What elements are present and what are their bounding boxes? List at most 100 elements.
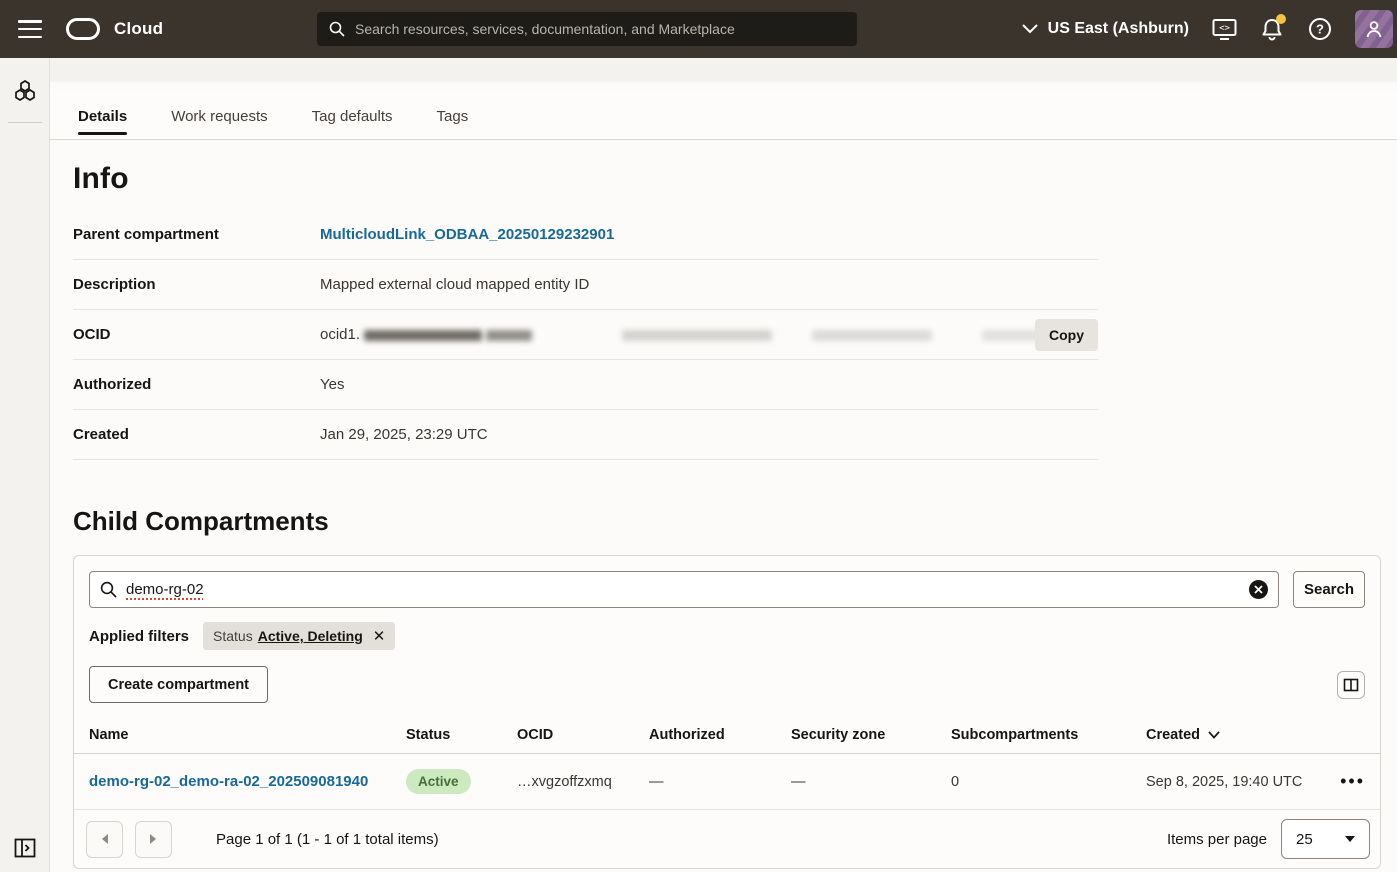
- column-status: Status: [406, 727, 517, 743]
- chip-prefix: Status: [213, 628, 253, 644]
- cell-subcompartments: 0: [951, 774, 1146, 790]
- select-caret-icon: [1345, 836, 1355, 842]
- top-navigation-bar: Cloud Search resources, services, docume…: [0, 0, 1397, 58]
- info-row-description: Description Mapped external cloud mapped…: [73, 260, 1098, 310]
- cloud-shell-button[interactable]: <>: [1211, 16, 1237, 42]
- tab-work-requests[interactable]: Work requests: [171, 94, 267, 139]
- info-label: Parent compartment: [73, 226, 320, 243]
- cell-security-zone: —: [791, 774, 951, 790]
- tab-details[interactable]: Details: [78, 94, 127, 139]
- brand-label: Cloud: [114, 19, 163, 39]
- info-row-authorized: Authorized Yes: [73, 360, 1098, 410]
- status-badge: Active: [406, 769, 471, 794]
- compartment-search-input[interactable]: demo-rg-02: [89, 571, 1279, 608]
- sort-chevron-icon: [1208, 731, 1220, 739]
- parent-compartment-link[interactable]: MulticloudLink_ODBAA_20250129232901: [320, 226, 614, 243]
- redacted-ocid-segment: [486, 330, 532, 341]
- items-per-page-value: 25: [1296, 831, 1313, 848]
- columns-icon: [1343, 677, 1359, 693]
- oracle-o-icon: [66, 18, 100, 40]
- ocid-value: ocid1.: [320, 326, 1042, 343]
- main-content: Details Work requests Tag defaults Tags …: [50, 58, 1397, 872]
- search-button[interactable]: Search: [1293, 571, 1365, 608]
- column-created-sort[interactable]: Created: [1146, 727, 1315, 743]
- applied-filters-label: Applied filters: [89, 628, 189, 645]
- help-icon: ?: [1308, 17, 1332, 41]
- oracle-cloud-logo[interactable]: Cloud: [66, 18, 163, 40]
- cell-created: Sep 8, 2025, 19:40 UTC: [1146, 774, 1315, 790]
- chevron-down-icon: [1022, 24, 1038, 34]
- applied-filters-row: Applied filters Status Active, Deleting …: [74, 608, 1380, 650]
- info-value: Jan 29, 2025, 23:29 UTC: [320, 426, 488, 443]
- chevron-right-icon: [149, 833, 158, 845]
- notifications-button[interactable]: [1259, 16, 1285, 42]
- clear-search-icon[interactable]: [1249, 580, 1268, 599]
- tab-tag-defaults[interactable]: Tag defaults: [312, 94, 393, 139]
- left-rail: [0, 58, 50, 872]
- child-compartments-card: demo-rg-02 Search Applied filters Status…: [73, 555, 1381, 869]
- region-selector[interactable]: US East (Ashburn): [1022, 20, 1189, 38]
- cloud-shell-icon: <>: [1212, 18, 1237, 41]
- tab-tags[interactable]: Tags: [437, 94, 469, 139]
- svg-text:<>: <>: [1219, 23, 1230, 33]
- previous-page-button[interactable]: [86, 821, 123, 858]
- status-filter-chip[interactable]: Status Active, Deleting ✕: [203, 622, 395, 650]
- column-authorized: Authorized: [649, 727, 791, 743]
- help-button[interactable]: ?: [1307, 16, 1333, 42]
- collapse-panel-toggle[interactable]: [0, 830, 50, 866]
- info-row-ocid: OCID ocid1. Copy: [73, 310, 1098, 360]
- column-name: Name: [89, 727, 406, 743]
- compartment-name-link[interactable]: demo-rg-02_demo-ra-02_202509081940: [89, 773, 368, 790]
- pagination-summary: Page 1 of 1 (1 - 1 of 1 total items): [216, 831, 439, 848]
- detail-tabs: Details Work requests Tag defaults Tags: [50, 94, 1397, 140]
- global-search-input[interactable]: Search resources, services, documentatio…: [317, 12, 857, 46]
- next-page-button[interactable]: [135, 821, 172, 858]
- info-row-created: Created Jan 29, 2025, 23:29 UTC: [73, 410, 1098, 460]
- search-query-text: demo-rg-02: [126, 581, 1249, 598]
- info-label: Authorized: [73, 376, 320, 393]
- scrolled-content-strip: [50, 58, 1397, 82]
- search-icon: [100, 581, 117, 598]
- info-value: Mapped external cloud mapped entity ID: [320, 276, 589, 293]
- column-security-zone: Security zone: [791, 727, 951, 743]
- redacted-ocid-segment: [364, 330, 482, 341]
- cell-ocid: …xvgzoffzxmq: [517, 774, 649, 790]
- items-per-page-label: Items per page: [1167, 831, 1267, 848]
- column-ocid: OCID: [517, 727, 649, 743]
- decorative-banner: [50, 82, 1397, 94]
- table-row: demo-rg-02_demo-ra-02_202509081940 Activ…: [74, 754, 1380, 810]
- rail-divider: [8, 122, 42, 123]
- info-label: Created: [73, 426, 320, 443]
- region-label: US East (Ashburn): [1048, 20, 1189, 38]
- search-icon: [329, 21, 345, 37]
- chevron-left-icon: [100, 833, 109, 845]
- chip-value[interactable]: Active, Deleting: [258, 628, 363, 644]
- svg-text:?: ?: [1316, 22, 1324, 37]
- redacted-ocid-segment: [622, 330, 772, 341]
- row-actions-menu-icon[interactable]: •••: [1315, 771, 1365, 792]
- global-search-placeholder: Search resources, services, documentatio…: [355, 21, 735, 37]
- user-avatar[interactable]: [1355, 10, 1393, 48]
- child-compartments-heading: Child Compartments: [73, 506, 1397, 537]
- compartments-icon[interactable]: [0, 72, 50, 112]
- panel-expand-icon: [14, 838, 36, 858]
- remove-filter-icon[interactable]: ✕: [373, 629, 386, 644]
- redacted-ocid-segment: [812, 330, 932, 341]
- copy-ocid-button[interactable]: Copy: [1035, 319, 1098, 351]
- table-header-row: Name Status OCID Authorized Security zon…: [74, 717, 1380, 754]
- info-table: Parent compartment MulticloudLink_ODBAA_…: [73, 210, 1098, 460]
- info-row-parent-compartment: Parent compartment MulticloudLink_ODBAA_…: [73, 210, 1098, 260]
- column-subcompartments: Subcompartments: [951, 727, 1146, 743]
- create-compartment-button[interactable]: Create compartment: [89, 666, 268, 703]
- info-label: Description: [73, 276, 320, 293]
- notification-badge: [1276, 14, 1286, 24]
- manage-columns-button[interactable]: [1337, 671, 1365, 699]
- cell-authorized: —: [649, 774, 791, 790]
- pagination-bar: Page 1 of 1 (1 - 1 of 1 total items) Ite…: [74, 810, 1380, 868]
- user-icon: [1363, 18, 1385, 40]
- info-heading: Info: [73, 162, 1397, 196]
- info-label: OCID: [73, 326, 320, 343]
- items-per-page-select[interactable]: 25: [1281, 819, 1370, 859]
- hamburger-menu-icon[interactable]: [18, 20, 42, 38]
- redacted-ocid-segment: [982, 330, 1042, 341]
